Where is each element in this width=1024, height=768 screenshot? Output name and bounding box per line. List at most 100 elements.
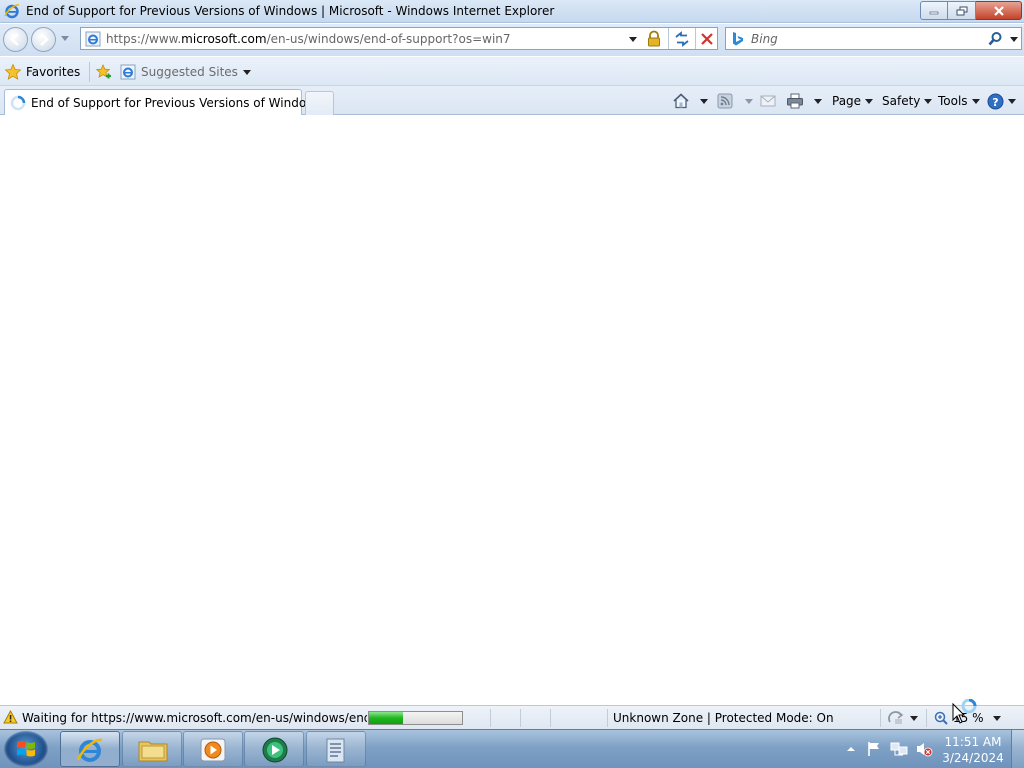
taskbar: 11:51 AM 3/24/2024 (0, 729, 1024, 768)
page-menu[interactable]: Page (832, 90, 874, 112)
progress-fill (369, 712, 404, 724)
favorites-bar: Favorites Suggested Sites (0, 57, 1024, 86)
address-separator (668, 28, 669, 49)
show-desktop-button[interactable] (1011, 730, 1024, 768)
status-text: Waiting for https://www.microsoft.com/en… (22, 711, 367, 725)
search-box[interactable] (725, 27, 1022, 50)
new-tab-button[interactable] (305, 91, 334, 115)
bing-icon (733, 32, 743, 46)
windows-logo-icon (17, 741, 35, 757)
warning-icon (3, 710, 18, 724)
back-arrow-icon (10, 33, 19, 46)
tools-menu[interactable]: Tools (938, 90, 980, 112)
read-mail-button[interactable] (760, 90, 776, 112)
safety-menu[interactable]: Safety (882, 90, 933, 112)
stop-icon[interactable] (699, 31, 715, 47)
lock-icon[interactable] (645, 30, 663, 48)
print-dropdown[interactable] (814, 98, 822, 104)
internet-explorer-icon (76, 738, 103, 762)
page-ie-icon (85, 31, 101, 47)
safety-menu-label: Safety (882, 94, 921, 108)
forward-button[interactable] (31, 27, 56, 52)
media-center-icon (262, 737, 288, 763)
address-url[interactable]: https://www.microsoft.com/en-us/windows/… (106, 32, 511, 46)
restore-icon (956, 6, 967, 15)
suggested-sites-button[interactable]: Suggested Sites (120, 62, 251, 82)
page-menu-label: Page (832, 94, 862, 108)
home-icon (673, 93, 689, 109)
security-zone-text[interactable]: Unknown Zone | Protected Mode: On (613, 711, 834, 725)
title-bar: End of Support for Previous Versions of … (0, 0, 1024, 23)
address-separator (695, 28, 696, 49)
navigation-bar: https://www.microsoft.com/en-us/windows/… (0, 24, 1024, 56)
loading-spinner-icon (10, 95, 26, 111)
document-icon (326, 738, 345, 763)
taskbar-windows-explorer[interactable] (122, 731, 182, 767)
page-content-area[interactable] (0, 116, 1024, 705)
start-button[interactable] (4, 731, 48, 767)
show-hidden-icons-icon[interactable] (846, 745, 856, 753)
folder-icon (138, 741, 168, 762)
search-input[interactable] (751, 30, 971, 47)
zoom-dropdown[interactable] (993, 716, 1001, 721)
safety-menu-dropdown (924, 98, 933, 104)
zoom-icon[interactable] (933, 710, 949, 726)
ie-logo-icon (4, 4, 20, 19)
action-center-flag-icon[interactable] (866, 741, 882, 757)
status-separator (550, 709, 551, 727)
tab-row: End of Support for Previous Versions of … (0, 86, 1024, 115)
status-bar: Waiting for https://www.microsoft.com/en… (0, 705, 1024, 729)
address-bar[interactable]: https://www.microsoft.com/en-us/windows/… (80, 27, 718, 50)
taskbar-media-player[interactable] (183, 731, 243, 767)
restore-button[interactable] (948, 1, 976, 20)
favorites-separator (89, 62, 90, 82)
search-options-dropdown[interactable] (1010, 37, 1018, 42)
help-dropdown (1008, 98, 1016, 104)
suggested-sites-label: Suggested Sites (141, 65, 238, 79)
favorites-button[interactable]: Favorites (4, 61, 80, 83)
printer-icon (787, 93, 803, 109)
svg-text:?: ? (992, 95, 998, 108)
popup-blocker-dropdown[interactable] (910, 716, 918, 721)
window-controls (920, 1, 1022, 20)
tab-active[interactable]: End of Support for Previous Versions of … (4, 89, 334, 115)
add-to-favorites-bar-icon[interactable] (95, 63, 113, 81)
suggested-sites-dropdown (242, 69, 251, 75)
recent-pages-dropdown[interactable] (61, 36, 69, 41)
home-button[interactable] (672, 90, 708, 112)
help-icon: ? (987, 93, 1004, 109)
system-clock[interactable]: 11:51 AM 3/24/2024 (942, 734, 1004, 766)
popup-blocker-icon[interactable] (887, 710, 905, 726)
feeds-button[interactable] (717, 90, 753, 112)
ie-page-icon (120, 64, 136, 80)
tab-title: End of Support for Previous Versions of … (31, 96, 334, 110)
status-separator (520, 709, 521, 727)
taskbar-internet-explorer[interactable] (60, 731, 120, 767)
print-button[interactable] (786, 90, 822, 112)
address-dropdown[interactable] (629, 37, 637, 42)
help-menu[interactable]: ? (987, 90, 1016, 112)
search-icon[interactable] (987, 31, 1003, 47)
feeds-dropdown[interactable] (745, 98, 753, 104)
tools-menu-dropdown (971, 98, 980, 104)
clock-time: 11:51 AM (944, 735, 1002, 749)
favorites-star-icon (4, 63, 22, 80)
window-title: End of Support for Previous Versions of … (26, 4, 555, 18)
taskbar-document-app[interactable] (306, 731, 366, 767)
tools-menu-label: Tools (938, 94, 968, 108)
network-icon[interactable] (890, 741, 908, 757)
refresh-icon[interactable] (673, 30, 691, 48)
back-button[interactable] (3, 27, 28, 52)
minimize-button[interactable] (920, 1, 948, 20)
close-button[interactable] (976, 1, 1022, 20)
close-icon (993, 5, 1004, 16)
volume-muted-icon[interactable] (915, 741, 933, 757)
page-load-progress-bar (368, 711, 463, 725)
status-separator (607, 709, 608, 727)
media-player-icon (200, 738, 226, 762)
taskbar-media-app[interactable] (244, 731, 304, 767)
home-dropdown[interactable] (700, 98, 708, 104)
busy-cursor-icon (952, 699, 977, 724)
minimize-icon (929, 11, 939, 14)
favorites-label: Favorites (26, 65, 81, 79)
